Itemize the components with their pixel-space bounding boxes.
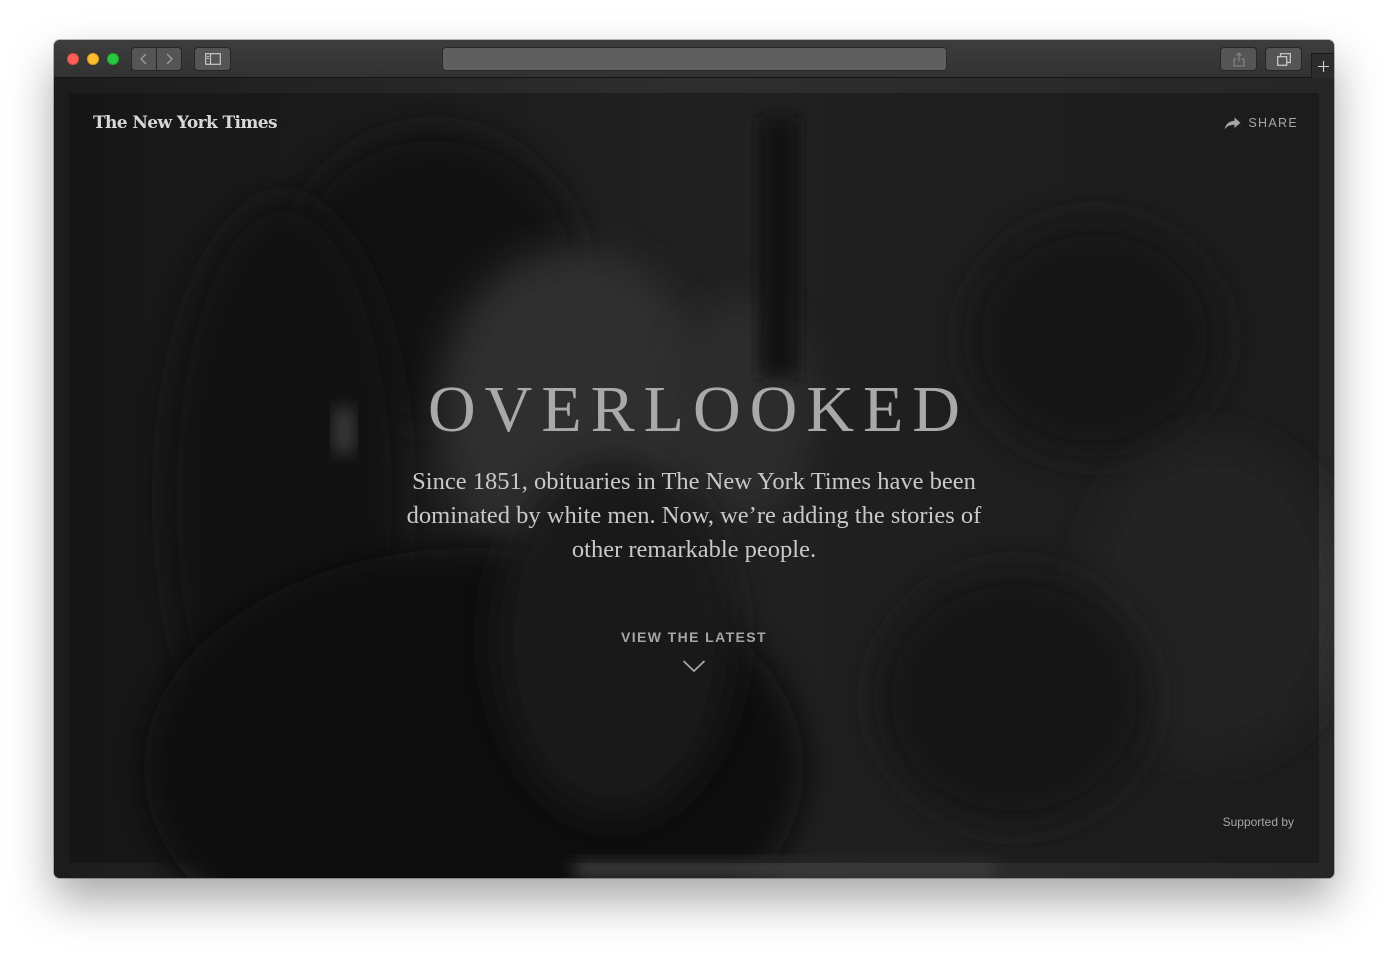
browser-toolbar: [54, 40, 1334, 78]
share-button[interactable]: SHARE: [1224, 116, 1298, 130]
tab-overview-button[interactable]: [1265, 47, 1302, 71]
page-title: OVERLOOKED: [428, 373, 969, 446]
forward-button[interactable]: [156, 47, 182, 71]
back-button[interactable]: [131, 47, 157, 71]
plus-icon: [1317, 60, 1329, 72]
minimize-window-button[interactable]: [87, 53, 99, 65]
share-toolbar-button[interactable]: [1220, 47, 1257, 71]
nyt-logo[interactable]: The New York Times: [93, 113, 278, 133]
address-bar[interactable]: [442, 47, 947, 71]
share-icon: [1232, 51, 1245, 67]
share-arrow-icon: [1225, 117, 1241, 129]
view-latest-label: VIEW THE LATEST: [621, 629, 767, 645]
sidebar-button[interactable]: [194, 47, 231, 71]
sidebar-icon: [204, 53, 221, 65]
share-label: SHARE: [1248, 116, 1298, 130]
back-icon: [140, 53, 147, 65]
new-tab-button[interactable]: [1311, 53, 1334, 78]
forward-icon: [166, 53, 173, 65]
view-latest-button[interactable]: VIEW THE LATEST: [594, 629, 794, 673]
hero-section: The New York Times SHARE OVERLOOKED Sinc…: [69, 93, 1319, 863]
maximize-window-button[interactable]: [107, 53, 119, 65]
page-summary: Since 1851, obituaries in The New York T…: [406, 468, 982, 563]
tabs-icon: [1276, 52, 1291, 66]
browser-window: The New York Times SHARE OVERLOOKED Sinc…: [54, 40, 1334, 878]
supported-by-label: Supported by: [1222, 815, 1294, 829]
close-window-button[interactable]: [67, 53, 79, 65]
chevron-down-icon[interactable]: [682, 659, 706, 673]
page-viewport: The New York Times SHARE OVERLOOKED Sinc…: [54, 78, 1334, 878]
